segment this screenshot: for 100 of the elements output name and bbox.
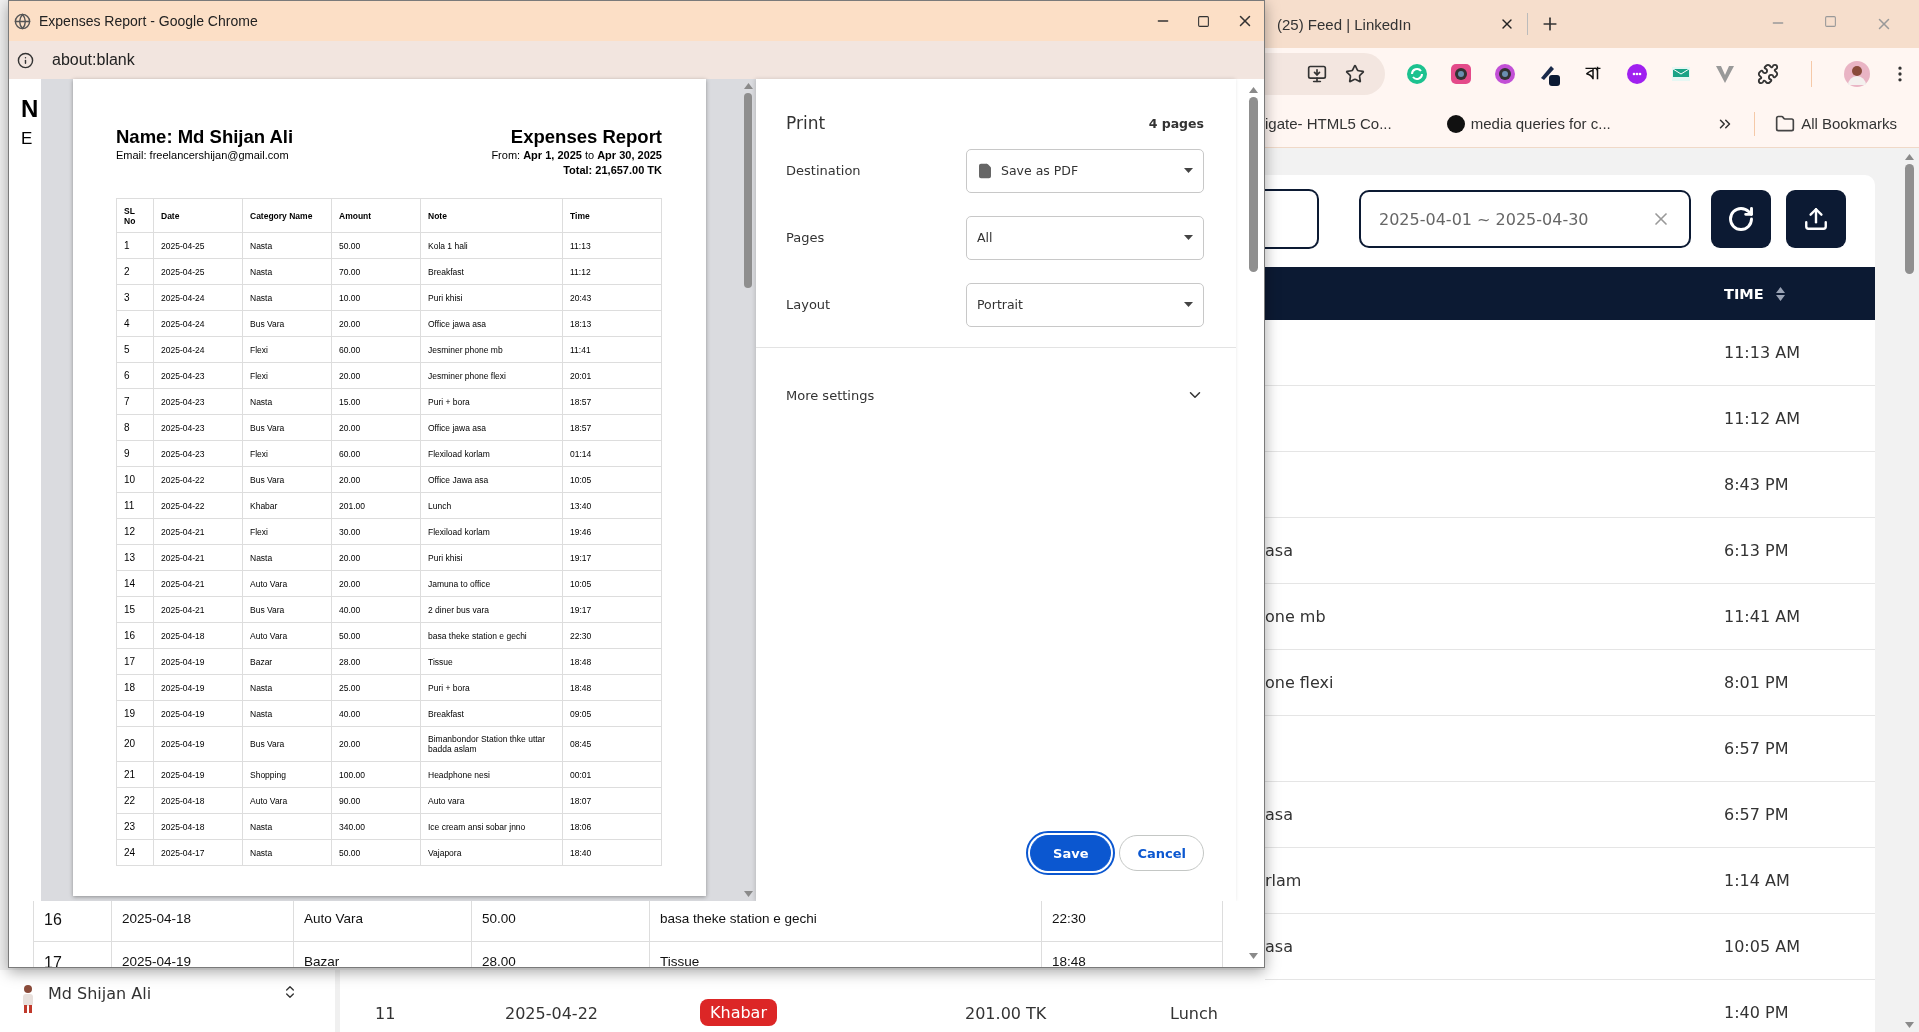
site-icon (1446, 114, 1465, 133)
table-cell: 19:17 (562, 596, 662, 623)
table-cell-text: Lunch (1170, 1004, 1219, 1023)
cancel-button[interactable]: Cancel (1119, 835, 1204, 871)
table-cell: Kola 1 hali (420, 232, 563, 259)
browser-tab[interactable]: (25) Feed | LinkedIn (1265, 15, 1515, 33)
extensions-icon[interactable] (1757, 63, 1779, 85)
table-cell: Bimanbondor Station thke uttar badda aslam (420, 726, 563, 762)
table-cell: 20.00 (331, 570, 421, 597)
scroll-down-icon[interactable] (1248, 953, 1258, 959)
all-bookmarks[interactable]: All Bookmarks (1775, 113, 1897, 134)
column-header: Time (562, 198, 662, 233)
table-cell: Puri + bora (420, 674, 563, 701)
select-field[interactable]: All (966, 215, 1204, 260)
install-icon[interactable] (1307, 64, 1327, 84)
extension-text[interactable]: বা (1581, 60, 1605, 88)
more-settings[interactable]: More settings (786, 370, 1204, 420)
table-cell: 2025-04-23 (153, 440, 243, 467)
report-title: Expenses Report (510, 126, 662, 148)
table-cell: 18:48 (562, 648, 662, 675)
input-field[interactable] (1265, 189, 1319, 249)
table-cell-text: 11 (374, 1004, 397, 1023)
table-cell: 00:01 (562, 761, 662, 788)
report-total: Total: 21,657.00 TK (563, 163, 662, 178)
camera-icon[interactable] (1449, 62, 1473, 86)
refresh-button[interactable] (1711, 190, 1771, 248)
scroll-up-icon[interactable] (1248, 87, 1258, 93)
table-cell: 8:43 PM (1724, 475, 1789, 494)
table-cell: 100.00 (331, 761, 421, 788)
maximize-icon[interactable] (1197, 14, 1210, 28)
table-cell: 19:17 (562, 544, 662, 571)
table-cell: 2 diner bus vara (420, 596, 563, 623)
window-title: Expenses Report - Google Chrome (39, 13, 258, 29)
table-cell: 2025-04-19 (153, 726, 243, 762)
date-range-field[interactable]: 2025-04-01 ~ 2025-04-30 (1359, 190, 1691, 248)
table-cell: 2025-04-18 (111, 901, 293, 941)
table-cell: asa (1265, 541, 1293, 560)
table-cell: Breakfast (420, 258, 563, 285)
table-cell: 2025-04-24 (153, 284, 243, 311)
table-cell: 2025-04-21 (153, 570, 243, 597)
table-cell: 11 (116, 492, 154, 519)
table-cell: 20:01 (562, 362, 662, 389)
table-cell: 15 (116, 596, 154, 623)
table-cell: 2025-04-17 (153, 839, 243, 866)
scrollbar-thumb[interactable] (1248, 97, 1258, 272)
table-cell: Auto Vara (242, 622, 332, 649)
table-cell: 22 (116, 787, 154, 814)
caret-icon (1184, 235, 1193, 240)
table-cell: 19 (116, 700, 154, 727)
table-cell: 10 (116, 466, 154, 493)
star-icon[interactable] (1345, 64, 1365, 84)
table-cell: 24 (116, 839, 154, 866)
table-cell: asa (1265, 805, 1293, 824)
table-cell: 21 (116, 761, 154, 788)
table-cell: 19:46 (562, 518, 662, 545)
table-cell: 50.00 (331, 622, 421, 649)
file-icon (977, 162, 993, 179)
table-cell: 13 (116, 544, 154, 571)
table-cell: 20.00 (331, 310, 421, 337)
table-cell: 20.00 (331, 544, 421, 571)
table-cell: 10.00 (331, 284, 421, 311)
table-cell: 4 (116, 310, 154, 337)
more-settings-label: More settings (786, 387, 875, 403)
setting-label: Layout (786, 297, 831, 312)
select-field[interactable]: Save as PDF (966, 148, 1204, 193)
table-cell: 10:05 AM (1724, 937, 1800, 956)
table-cell: 11:41 (562, 336, 662, 363)
table-cell: Nasta (242, 258, 332, 285)
table-cell: 11:13 (562, 232, 662, 259)
avatar-icon[interactable] (1844, 61, 1870, 87)
bookmark[interactable]: igate- HTML5 Co... (1265, 115, 1392, 132)
sort-icon[interactable] (1775, 286, 1785, 301)
info-icon[interactable] (17, 51, 34, 69)
select-field[interactable]: Portrait (966, 282, 1204, 327)
scroll-up-icon[interactable] (1905, 154, 1914, 160)
scroll-down-icon[interactable] (1905, 1022, 1914, 1028)
table-cell: Bus Vara (242, 310, 332, 337)
scrollbar-thumb[interactable] (744, 93, 752, 288)
table-cell: 50.00 (331, 839, 421, 866)
table-cell: 1:14 AM (1724, 871, 1790, 890)
folder-icon (1775, 113, 1796, 134)
table-cell: 201.00 (331, 492, 421, 519)
table-cell: asa (1265, 937, 1293, 956)
export-button[interactable] (1786, 190, 1846, 248)
table-cell: 01:14 (562, 440, 662, 467)
table-cell: 14 (116, 570, 154, 597)
table-cell: one mb (1265, 607, 1326, 626)
table-cell: 20.00 (331, 466, 421, 493)
table-cell: Nasta (242, 544, 332, 571)
table-cell-text: 201.00 TK (965, 1004, 1048, 1023)
bookmark[interactable]: media queries for c... (1446, 114, 1611, 133)
table-cell: Bus Vara (242, 596, 332, 623)
table-cell: Breakfast (420, 700, 563, 727)
table-cell: 18:57 (562, 388, 662, 415)
table-cell: basa theke station e gechi (420, 622, 563, 649)
table-cell: Flexiload korlam (420, 440, 563, 467)
category-badge: Khabar (700, 999, 777, 1026)
lens-icon[interactable] (1493, 62, 1517, 86)
scrollbar-thumb[interactable] (1905, 164, 1914, 274)
table-cell: 2025-04-19 (153, 761, 243, 788)
